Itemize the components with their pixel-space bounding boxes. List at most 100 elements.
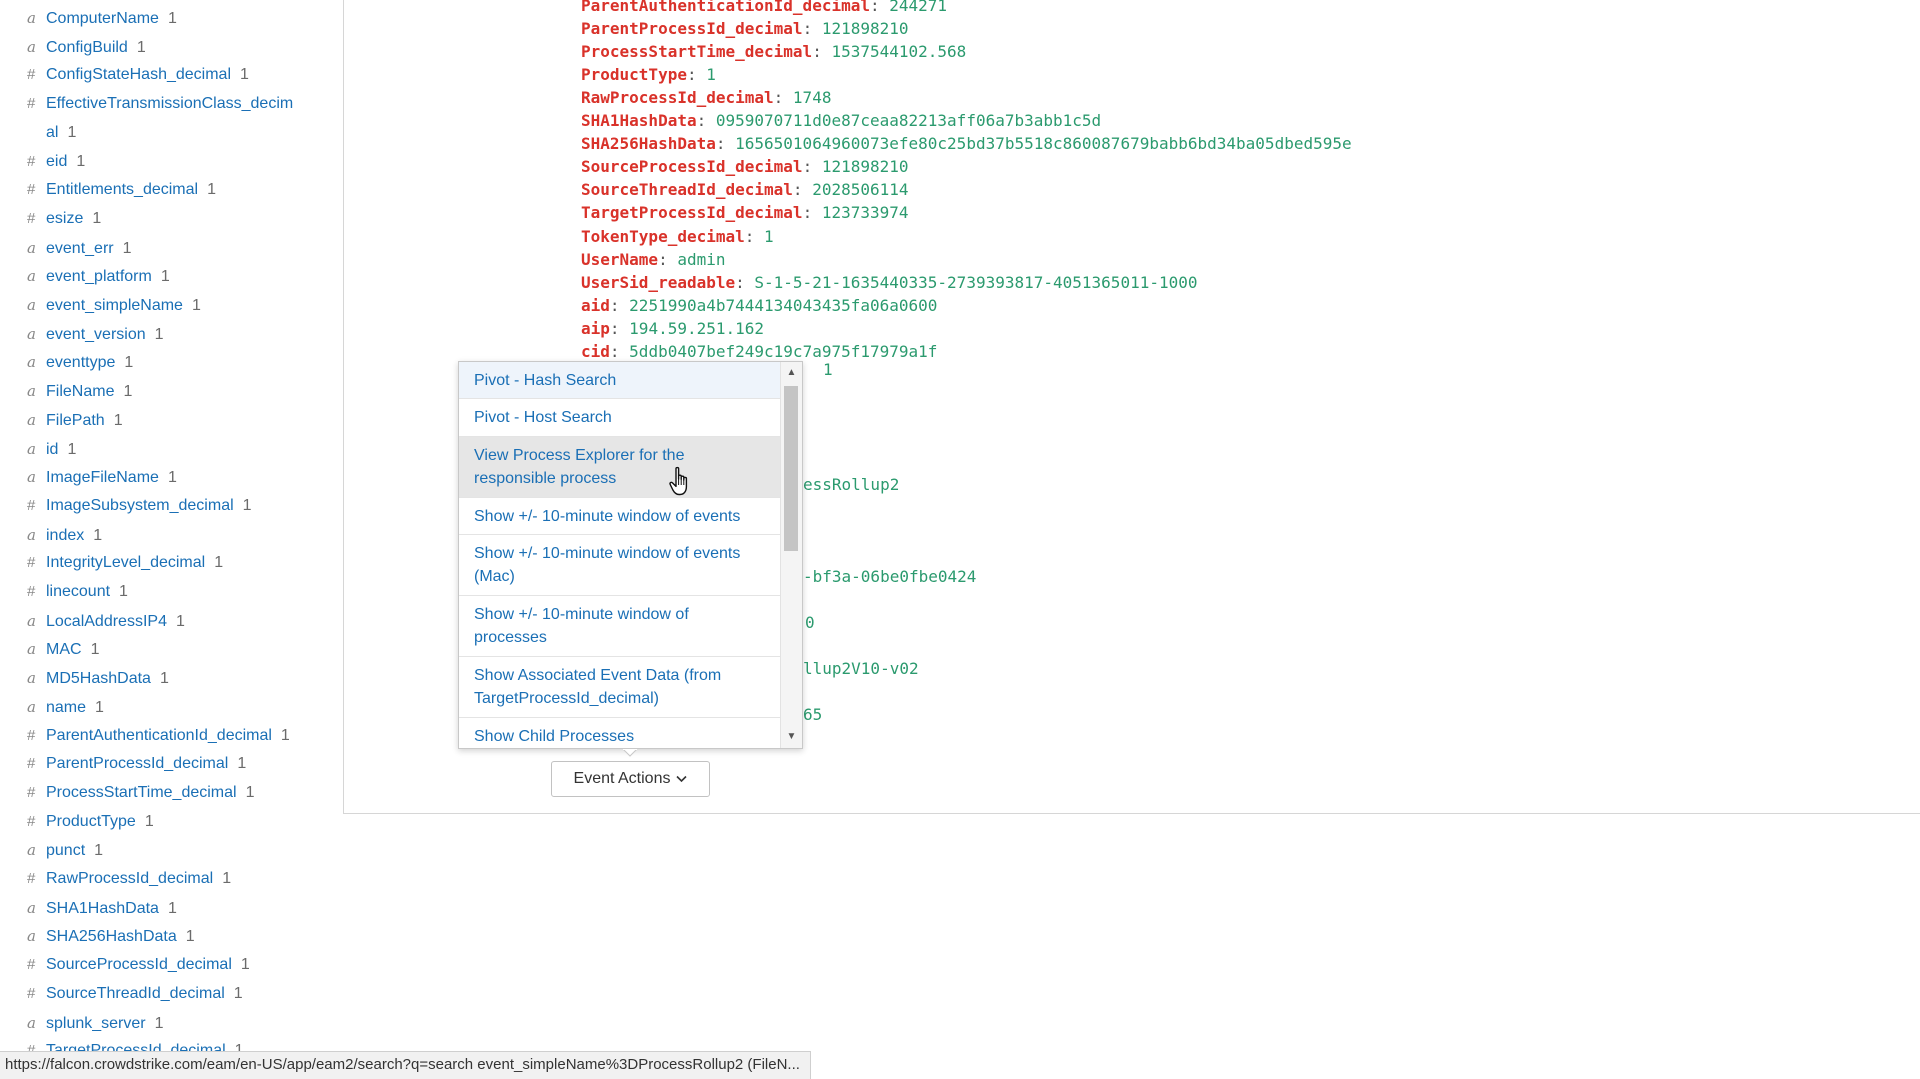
event-field-key[interactable]: SHA1HashData xyxy=(581,111,697,130)
scroll-down-icon[interactable]: ▼ xyxy=(781,728,802,746)
sidebar-field-item[interactable]: a MD5HashData 1 xyxy=(27,664,169,693)
event-field-key[interactable]: SourceThreadId_decimal xyxy=(581,180,793,199)
sidebar-field-name[interactable]: FilePath xyxy=(46,407,105,435)
sidebar-field-item[interactable]: # ImageSubsystem_decimal 1 xyxy=(27,492,252,520)
sidebar-field-name[interactable]: ConfigBuild xyxy=(46,34,128,62)
event-field-value[interactable]: 121898210 xyxy=(822,157,909,176)
sidebar-field-name[interactable]: ConfigStateHash_decimal xyxy=(46,61,231,89)
sidebar-field-name[interactable]: RawProcessId_decimal xyxy=(46,865,213,893)
event-field-key[interactable]: TokenType_decimal xyxy=(581,227,745,246)
sidebar-field-item[interactable]: a id 1 xyxy=(27,435,76,464)
event-field-key[interactable]: ProcessStartTime_decimal xyxy=(581,42,812,61)
sidebar-field-name[interactable]: SHA1HashData xyxy=(46,895,159,923)
event-field-key[interactable]: cid xyxy=(581,342,610,361)
sidebar-field-name[interactable]: eid xyxy=(46,148,67,176)
sidebar-field-name[interactable]: event_err xyxy=(46,235,114,263)
sidebar-field-name[interactable]: Entitlements_decimal xyxy=(46,176,198,204)
sidebar-field-item[interactable]: a MAC 1 xyxy=(27,635,99,664)
event-field-key[interactable]: ProductType xyxy=(581,65,687,84)
sidebar-field-name[interactable]: ProcessStartTime_decimal xyxy=(46,779,237,807)
sidebar-field-item[interactable]: # SourceThreadId_decimal 1 xyxy=(27,980,243,1008)
event-field-value[interactable]: 1748 xyxy=(793,88,832,107)
event-value-fragment[interactable]: llup2V10-v02 xyxy=(803,657,919,680)
event-field-value[interactable]: 1656501064960073efe80c25bd37b5518c860087… xyxy=(735,134,1352,153)
sidebar-field-item[interactable]: a SHA256HashData 1 xyxy=(27,922,195,951)
sidebar-field-name[interactable]: punct xyxy=(46,837,85,865)
menu-item[interactable]: Show +/- 10-minute window of processes xyxy=(459,596,780,657)
menu-scroll-thumb[interactable] xyxy=(784,386,798,551)
sidebar-field-name[interactable]: linecount xyxy=(46,578,110,606)
event-field-key[interactable]: RawProcessId_decimal xyxy=(581,88,774,107)
menu-item[interactable]: Show +/- 10-minute window of events xyxy=(459,498,780,535)
event-value-fragment[interactable]: essRollup2 xyxy=(803,473,899,496)
sidebar-field-item[interactable]: # esize 1 xyxy=(27,205,101,233)
sidebar-field-item[interactable]: a FilePath 1 xyxy=(27,406,123,435)
sidebar-field-name[interactable]: SHA256HashData xyxy=(46,923,177,951)
event-field-value[interactable]: 1537544102.568 xyxy=(831,42,966,61)
event-actions-button[interactable]: Event Actions xyxy=(551,761,710,797)
sidebar-field-item[interactable]: a splunk_server 1 xyxy=(27,1009,164,1038)
sidebar-field-name[interactable]: splunk_server xyxy=(46,1010,146,1038)
sidebar-field-name[interactable]: id xyxy=(46,436,58,464)
sidebar-field-name-continued[interactable]: al 1 xyxy=(46,119,76,147)
sidebar-field-name[interactable]: eventtype xyxy=(46,349,115,377)
sidebar-field-item[interactable]: a event_version 1 xyxy=(27,320,164,349)
event-value-fragment[interactable]: 65 xyxy=(803,703,822,726)
sidebar-field-name[interactable]: SourceThreadId_decimal xyxy=(46,980,225,1008)
sidebar-field-item[interactable]: # ParentAuthenticationId_decimal 1 xyxy=(27,722,290,750)
event-field-key[interactable]: UserName xyxy=(581,250,658,269)
sidebar-field-item[interactable]: a name 1 xyxy=(27,693,104,722)
event-field-value[interactable]: S-1-5-21-1635440335-2739393817-405136501… xyxy=(754,273,1197,292)
sidebar-field-name[interactable]: MD5HashData xyxy=(46,665,151,693)
event-field-value[interactable]: 0959070711d0e87ceaa82213aff06a7b3abb1c5d xyxy=(716,111,1101,130)
sidebar-field-item[interactable]: a index 1 xyxy=(27,521,102,550)
sidebar-field-item[interactable]: a ImageFileName 1 xyxy=(27,463,177,492)
sidebar-field-item[interactable]: # ParentProcessId_decimal 1 xyxy=(27,750,246,778)
sidebar-field-item[interactable]: a event_err 1 xyxy=(27,234,132,263)
sidebar-field-name[interactable]: event_version xyxy=(46,321,146,349)
menu-item[interactable]: Pivot - Hash Search xyxy=(459,362,780,399)
event-field-key[interactable]: SHA256HashData xyxy=(581,134,716,153)
event-field-value[interactable]: 194.59.251.162 xyxy=(629,319,764,338)
sidebar-field-name[interactable]: ParentProcessId_decimal xyxy=(46,750,228,778)
sidebar-field-name[interactable]: FileName xyxy=(46,378,114,406)
sidebar-field-name[interactable]: index xyxy=(46,522,84,550)
sidebar-field-item[interactable]: a event_platform 1 xyxy=(27,262,170,291)
sidebar-field-name[interactable]: LocalAddressIP4 xyxy=(46,608,167,636)
event-field-value[interactable]: 2251990a4b7444134043435fa06a0600 xyxy=(629,296,937,315)
event-field-value[interactable]: 2028506114 xyxy=(812,180,908,199)
sidebar-field-name[interactable]: esize xyxy=(46,205,83,233)
sidebar-field-name-wrap[interactable]: al xyxy=(46,124,58,141)
event-value-fragment[interactable]: 1 xyxy=(823,358,833,381)
sidebar-field-name[interactable]: MAC xyxy=(46,636,82,664)
event-value-fragment[interactable]: 0 xyxy=(805,611,815,634)
event-field-value[interactable]: admin xyxy=(677,250,725,269)
sidebar-field-name[interactable]: event_platform xyxy=(46,263,152,291)
sidebar-field-name[interactable]: ComputerName xyxy=(46,5,159,33)
sidebar-field-name[interactable]: event_simpleName xyxy=(46,292,183,320)
event-field-value[interactable]: 1 xyxy=(706,65,716,84)
sidebar-field-item[interactable]: # EffectiveTransmissionClass_decim xyxy=(27,90,293,118)
sidebar-field-name[interactable]: IntegrityLevel_decimal xyxy=(46,549,205,577)
sidebar-field-item[interactable]: a SHA1HashData 1 xyxy=(27,894,177,923)
sidebar-field-item[interactable]: a ConfigBuild 1 xyxy=(27,33,146,62)
sidebar-field-name[interactable]: ImageSubsystem_decimal xyxy=(46,492,234,520)
event-field-value[interactable]: 123733974 xyxy=(822,203,909,222)
event-field-key[interactable]: ParentProcessId_decimal xyxy=(581,19,803,38)
event-field-key[interactable]: UserSid_readable xyxy=(581,273,735,292)
sidebar-field-item[interactable]: # ConfigStateHash_decimal 1 xyxy=(27,61,249,89)
sidebar-field-name[interactable]: EffectiveTransmissionClass_decim xyxy=(46,90,293,118)
sidebar-field-item[interactable]: a LocalAddressIP4 1 xyxy=(27,607,185,636)
scroll-up-icon[interactable]: ▲ xyxy=(781,364,802,382)
event-field-key[interactable]: ParentAuthenticationId_decimal xyxy=(581,0,870,15)
event-field-value[interactable]: 121898210 xyxy=(822,19,909,38)
menu-item[interactable]: Pivot - Host Search xyxy=(459,399,780,437)
sidebar-field-item[interactable]: # Entitlements_decimal 1 xyxy=(27,176,216,204)
event-field-key[interactable]: aip xyxy=(581,319,610,338)
event-field-value[interactable]: 5ddb0407bef249c19c7a975f17979a1f xyxy=(629,342,937,361)
event-field-value[interactable]: 244271 xyxy=(889,0,947,15)
sidebar-field-item[interactable]: # RawProcessId_decimal 1 xyxy=(27,865,231,893)
menu-item[interactable]: Show +/- 10-minute window of events (Mac… xyxy=(459,535,780,596)
sidebar-field-item[interactable]: a punct 1 xyxy=(27,836,103,865)
sidebar-field-name[interactable]: SourceProcessId_decimal xyxy=(46,951,232,979)
